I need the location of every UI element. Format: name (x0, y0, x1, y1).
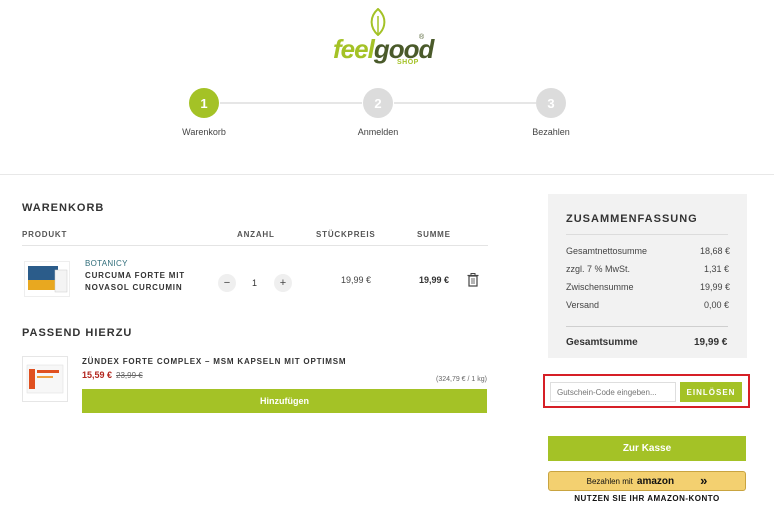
amazon-logo-text: amazon (636, 475, 675, 487)
step-1-circle: 1 (189, 88, 219, 118)
summary-shipping-value: 0,00 € (704, 300, 730, 310)
recommendation-old-price: 23,99 € (116, 371, 143, 380)
summary-vat-value: 1,31 € (704, 264, 730, 274)
step-2-label: Anmelden (357, 127, 399, 137)
redeem-coupon-button[interactable]: EINLÖSEN (680, 382, 742, 402)
cart-title: WARENKORB (22, 202, 105, 214)
product-image[interactable] (24, 261, 70, 297)
summary-title: ZUSAMMENFASSUNG (566, 213, 698, 225)
amazon-account-note: NUTZEN SIE IHR AMAZON-KONTO (574, 494, 720, 503)
amazon-pay-prefix: Bezahlen mit (586, 476, 633, 486)
summary-total-divider (566, 326, 728, 327)
leaf-icon (370, 8, 386, 36)
shop-logo[interactable]: feelgood ® SHOP (333, 8, 443, 66)
summary-shipping-label: Versand (566, 300, 600, 310)
product-name-line-2[interactable]: NOVASOL CURCUMIN (85, 282, 182, 294)
product-box-graphic (28, 266, 68, 293)
product-name-line-1[interactable]: CURCUMA FORTE MIT (85, 270, 185, 282)
unit-price: 19,99 € (341, 275, 372, 285)
add-to-cart-button[interactable]: Hinzufügen (82, 389, 487, 413)
quantity-increase-button[interactable]: + (274, 274, 292, 292)
product-brand[interactable]: BOTANICY (85, 259, 128, 268)
summary-net-label: Gesamtnettosumme (566, 246, 648, 256)
summary-total-value: 19,99 € (694, 337, 728, 348)
step-1-label: Warenkorb (182, 127, 226, 137)
table-header-divider (22, 245, 488, 246)
col-header-sum: SUMME (417, 230, 451, 239)
recommendation-image[interactable] (22, 356, 68, 402)
summary-subtotal-label: Zwischensumme (566, 282, 634, 292)
amazon-pay-button[interactable]: Bezahlen mit amazon » (548, 471, 746, 491)
col-header-quantity: ANZAHL (237, 230, 275, 239)
trash-icon[interactable] (467, 273, 479, 287)
header-divider (0, 174, 774, 175)
recommendation-unit-price: (324,79 € / 1 kg) (436, 376, 487, 383)
step-2-circle: 2 (363, 88, 393, 118)
quantity-value[interactable]: 1 (252, 278, 257, 288)
step-3-label: Bezahlen (532, 127, 570, 137)
step-connector-2 (394, 102, 536, 104)
line-sum: 19,99 € (419, 275, 450, 285)
checkout-button[interactable]: Zur Kasse (548, 436, 746, 461)
summary-net-value: 18,68 € (700, 246, 731, 256)
summary-vat-label: zzgl. 7 % MwSt. (566, 264, 631, 274)
coupon-code-input[interactable] (550, 382, 676, 402)
col-header-product: PRODUKT (22, 230, 68, 239)
quantity-decrease-button[interactable]: − (218, 274, 236, 292)
step-connector-1 (220, 102, 362, 104)
summary-subtotal-value: 19,99 € (700, 282, 731, 292)
logo-registered-mark: ® (419, 34, 425, 41)
recommendation-price: 15,59 € (82, 370, 113, 380)
step-3-circle: 3 (536, 88, 566, 118)
coupon-form: EINLÖSEN (543, 374, 750, 408)
summary-total-label: Gesamtsumme (566, 337, 638, 348)
recommendation-box-graphic (26, 364, 64, 394)
recommendation-name[interactable]: ZÜNDEX FORTE COMPLEX – MSM KAPSELN MIT O… (82, 357, 346, 366)
recommendations-title: PASSEND HIERZU (22, 327, 133, 339)
col-header-unit-price: STÜCKPREIS (316, 230, 376, 239)
double-chevron-right-icon: » (700, 473, 708, 488)
logo-shop-label: SHOP (397, 59, 419, 66)
summary-title-divider (566, 234, 728, 235)
